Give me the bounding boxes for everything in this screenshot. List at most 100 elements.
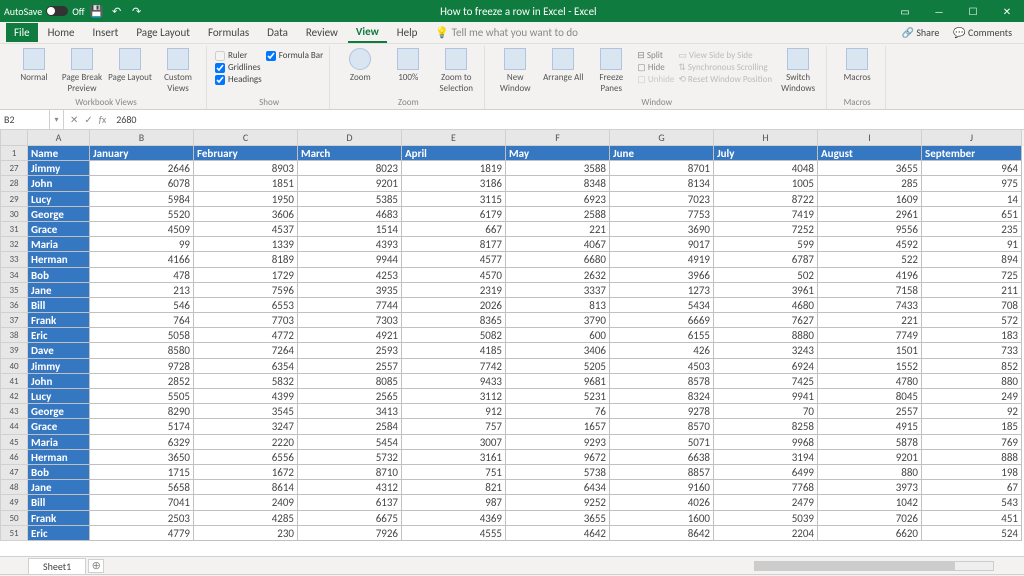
- row-header[interactable]: 44: [0, 419, 28, 434]
- maximize-icon[interactable]: ☐: [960, 0, 986, 22]
- col-header[interactable]: I: [818, 130, 922, 146]
- data-cell[interactable]: 7026: [818, 511, 922, 526]
- spreadsheet-grid[interactable]: A B C D E F G H I J 1NameJanuaryFebruary…: [0, 130, 1024, 556]
- data-cell[interactable]: 4592: [818, 237, 922, 252]
- data-cell[interactable]: 1514: [298, 222, 402, 237]
- data-cell[interactable]: 7419: [714, 207, 818, 222]
- data-cell[interactable]: 9944: [298, 252, 402, 267]
- data-cell[interactable]: 9201: [298, 176, 402, 191]
- ruler-check[interactable]: Ruler: [215, 50, 262, 61]
- name-cell[interactable]: Frank: [28, 511, 90, 526]
- data-cell[interactable]: 651: [922, 207, 1022, 222]
- data-cell[interactable]: 3961: [714, 283, 818, 298]
- name-cell[interactable]: Jimmy: [28, 161, 90, 176]
- data-cell[interactable]: 8324: [610, 389, 714, 404]
- data-cell[interactable]: 5454: [298, 435, 402, 450]
- arrange-all-button[interactable]: Arrange All: [541, 46, 585, 83]
- data-cell[interactable]: 975: [922, 176, 1022, 191]
- data-cell[interactable]: 4921: [298, 328, 402, 343]
- custom-views-button[interactable]: Custom Views: [156, 46, 200, 94]
- data-cell[interactable]: 964: [922, 161, 1022, 176]
- name-cell[interactable]: Lucy: [28, 192, 90, 207]
- data-cell[interactable]: 3935: [298, 283, 402, 298]
- data-cell[interactable]: 235: [922, 222, 1022, 237]
- col-header[interactable]: H: [714, 130, 818, 146]
- data-cell[interactable]: 572: [922, 313, 1022, 328]
- redo-icon[interactable]: ↷: [129, 3, 145, 19]
- data-cell[interactable]: 600: [506, 328, 610, 343]
- data-cell[interactable]: 451: [922, 511, 1022, 526]
- autosave-toggle[interactable]: AutoSave Off: [4, 5, 85, 18]
- data-cell[interactable]: 9556: [818, 222, 922, 237]
- data-cell[interactable]: 9728: [90, 359, 194, 374]
- new-sheet-button[interactable]: ⊕: [88, 559, 104, 573]
- data-cell[interactable]: 764: [90, 313, 194, 328]
- data-cell[interactable]: 1501: [818, 343, 922, 358]
- tell-me[interactable]: 💡 Tell me what you want to do: [427, 23, 586, 42]
- row-header[interactable]: 39: [0, 343, 28, 358]
- data-cell[interactable]: 5058: [90, 328, 194, 343]
- data-cell[interactable]: 757: [402, 419, 506, 434]
- row-header[interactable]: 49: [0, 495, 28, 510]
- data-cell[interactable]: 2503: [90, 511, 194, 526]
- data-cell[interactable]: 6924: [714, 359, 818, 374]
- data-cell[interactable]: 3588: [506, 161, 610, 176]
- data-cell[interactable]: 285: [818, 176, 922, 191]
- data-cell[interactable]: 14: [922, 192, 1022, 207]
- data-cell[interactable]: 4196: [818, 268, 922, 283]
- data-cell[interactable]: 912: [402, 404, 506, 419]
- name-cell[interactable]: Frank: [28, 313, 90, 328]
- row-header[interactable]: 40: [0, 359, 28, 374]
- data-cell[interactable]: 5984: [90, 192, 194, 207]
- data-cell[interactable]: 546: [90, 298, 194, 313]
- data-cell[interactable]: 7742: [402, 359, 506, 374]
- data-cell[interactable]: 198: [922, 465, 1022, 480]
- data-cell[interactable]: 2409: [194, 495, 298, 510]
- data-cell[interactable]: 5434: [610, 298, 714, 313]
- data-cell[interactable]: 880: [818, 465, 922, 480]
- data-cell[interactable]: 5505: [90, 389, 194, 404]
- col-header[interactable]: D: [298, 130, 402, 146]
- data-cell[interactable]: 230: [194, 526, 298, 541]
- data-cell[interactable]: 5732: [298, 450, 402, 465]
- data-cell[interactable]: 6675: [298, 511, 402, 526]
- data-cell[interactable]: 4253: [298, 268, 402, 283]
- data-cell[interactable]: 4399: [194, 389, 298, 404]
- row-header[interactable]: 42: [0, 389, 28, 404]
- name-cell[interactable]: Grace: [28, 419, 90, 434]
- data-cell[interactable]: 1339: [194, 237, 298, 252]
- header-cell[interactable]: September: [922, 146, 1022, 161]
- data-cell[interactable]: 8710: [298, 465, 402, 480]
- name-cell[interactable]: Lucy: [28, 389, 90, 404]
- page-layout-button[interactable]: Page Layout: [108, 46, 152, 83]
- name-cell[interactable]: George: [28, 404, 90, 419]
- scrollbar-thumb[interactable]: [755, 562, 955, 570]
- data-cell[interactable]: 769: [922, 435, 1022, 450]
- name-cell[interactable]: Jane: [28, 283, 90, 298]
- data-cell[interactable]: 1042: [818, 495, 922, 510]
- col-header[interactable]: B: [90, 130, 194, 146]
- data-cell[interactable]: 6179: [402, 207, 506, 222]
- name-cell[interactable]: Herman: [28, 450, 90, 465]
- save-icon[interactable]: 💾: [89, 3, 105, 19]
- data-cell[interactable]: 2565: [298, 389, 402, 404]
- data-cell[interactable]: 8134: [610, 176, 714, 191]
- comments-button[interactable]: 💬 Comments: [947, 24, 1018, 41]
- data-cell[interactable]: 5832: [194, 374, 298, 389]
- switch-windows-button[interactable]: Switch Windows: [776, 46, 820, 94]
- data-cell[interactable]: 9968: [714, 435, 818, 450]
- header-cell[interactable]: February: [194, 146, 298, 161]
- col-header[interactable]: F: [506, 130, 610, 146]
- data-cell[interactable]: 6923: [506, 192, 610, 207]
- data-cell[interactable]: 1819: [402, 161, 506, 176]
- data-cell[interactable]: 8085: [298, 374, 402, 389]
- data-cell[interactable]: 3690: [610, 222, 714, 237]
- data-cell[interactable]: 99: [90, 237, 194, 252]
- header-cell[interactable]: May: [506, 146, 610, 161]
- header-cell[interactable]: April: [402, 146, 506, 161]
- data-cell[interactable]: 821: [402, 480, 506, 495]
- data-cell[interactable]: 2026: [402, 298, 506, 313]
- data-cell[interactable]: 5231: [506, 389, 610, 404]
- data-cell[interactable]: 3243: [714, 343, 818, 358]
- data-cell[interactable]: 8701: [610, 161, 714, 176]
